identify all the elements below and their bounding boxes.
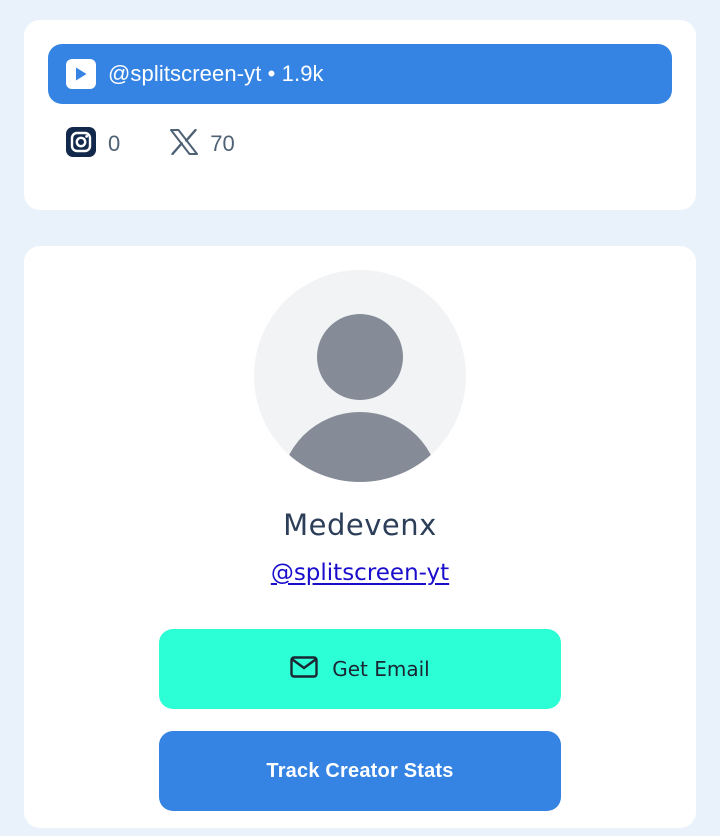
- avatar-head: [317, 314, 403, 400]
- creator-handle: @splitscreen-yt: [24, 560, 696, 586]
- instagram-count: 0: [108, 131, 121, 156]
- track-creator-stats-label: Track Creator Stats: [266, 759, 454, 782]
- instagram-icon: [66, 127, 96, 161]
- channel-stats-card: @splitscreen-yt • 1.9k 0 70: [24, 20, 696, 210]
- x-logo-icon: [170, 128, 199, 159]
- get-email-label: Get Email: [332, 657, 430, 681]
- get-email-button[interactable]: Get Email: [159, 629, 561, 709]
- default-avatar-icon: [254, 270, 466, 482]
- x-stat[interactable]: 70: [170, 128, 235, 159]
- social-counts-row: 0 70: [66, 124, 285, 164]
- avatar-body: [280, 412, 440, 482]
- instagram-stat[interactable]: 0: [66, 127, 120, 161]
- creator-name: Medevenx: [283, 508, 437, 542]
- creator-handle-link[interactable]: @splitscreen-yt: [271, 560, 449, 586]
- mail-icon: [290, 656, 318, 682]
- creator-profile-card: Medevenx @splitscreen-yt Get Email Track…: [24, 246, 696, 828]
- youtube-handle-subscribers: @splitscreen-yt • 1.9k: [108, 61, 324, 86]
- youtube-channel-pill[interactable]: @splitscreen-yt • 1.9k: [48, 44, 672, 104]
- youtube-play-icon: [66, 59, 96, 89]
- track-creator-stats-button[interactable]: Track Creator Stats: [159, 731, 561, 811]
- x-count: 70: [210, 131, 235, 156]
